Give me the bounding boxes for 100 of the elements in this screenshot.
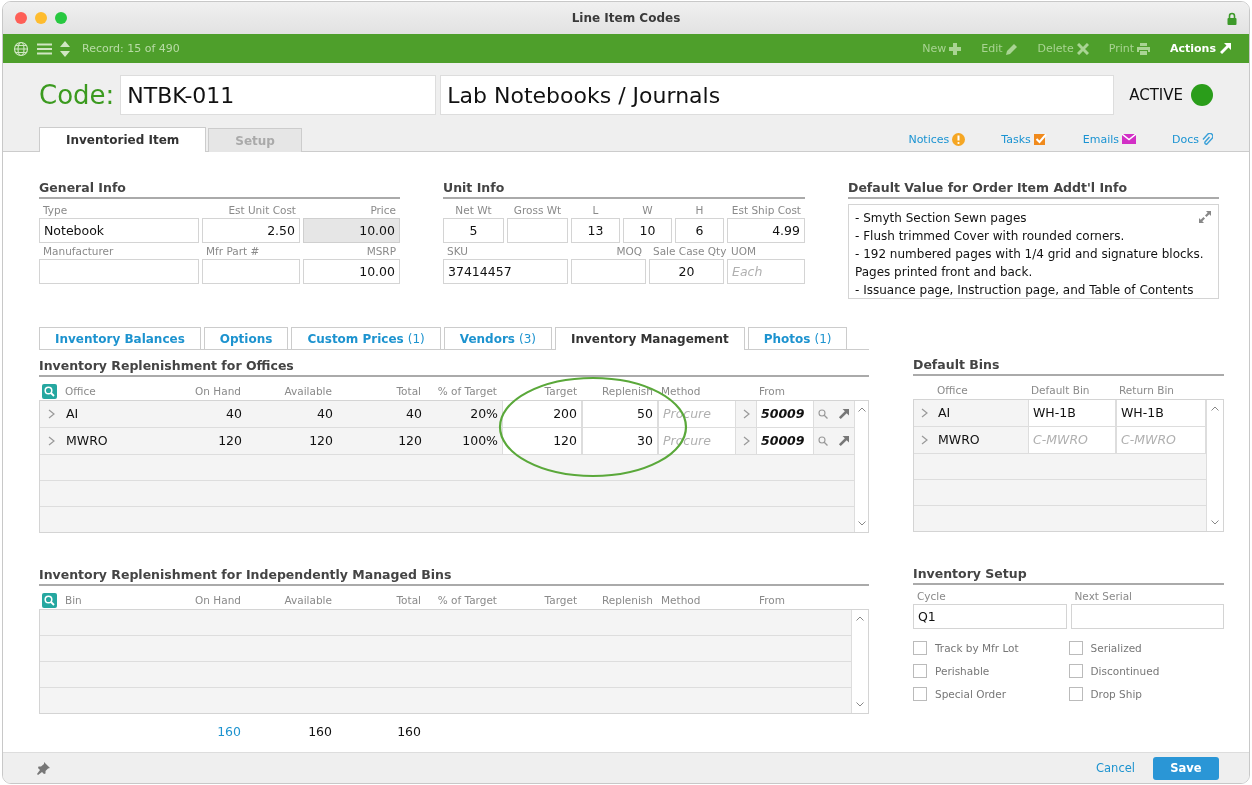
search-icon[interactable] bbox=[42, 383, 57, 399]
list-icon[interactable] bbox=[37, 42, 52, 55]
checkbox[interactable] bbox=[913, 664, 927, 678]
up-down-arrows-icon[interactable] bbox=[60, 40, 70, 57]
table-cell-text: AI bbox=[65, 405, 80, 423]
chevron-icon[interactable] bbox=[742, 409, 750, 419]
input-field[interactable]: 13 bbox=[571, 218, 620, 243]
column-header: % of Target bbox=[436, 594, 498, 606]
column-header: % of Target bbox=[436, 385, 498, 397]
table-row[interactable]: AI WH-1B WH-1B bbox=[914, 400, 1206, 427]
diagonal-arrow-icon[interactable] bbox=[837, 435, 849, 447]
input-field[interactable]: 37414457 bbox=[443, 259, 568, 284]
input-field[interactable]: 120 bbox=[502, 428, 582, 454]
chevron-icon[interactable] bbox=[920, 435, 928, 445]
field-label: UOM bbox=[730, 245, 757, 259]
chevron-icon[interactable] bbox=[920, 408, 928, 418]
tab[interactable]: Inventory Management bbox=[555, 327, 745, 350]
search-icon[interactable] bbox=[42, 592, 57, 608]
status-label: ACTIVE bbox=[1129, 86, 1183, 104]
input-field[interactable]: 6 bbox=[675, 218, 724, 243]
input-field[interactable]: 20 bbox=[649, 259, 724, 284]
pin-icon[interactable] bbox=[37, 761, 50, 775]
envelope-icon bbox=[1122, 134, 1136, 144]
code-field[interactable]: NTBK-011 bbox=[120, 75, 437, 115]
column-header: Target bbox=[543, 594, 578, 606]
close-button[interactable] bbox=[15, 12, 27, 24]
cross-icon bbox=[1076, 42, 1089, 55]
input-field[interactable]: 4.99 bbox=[727, 218, 805, 243]
input-field[interactable]: 10 bbox=[623, 218, 672, 243]
input-field[interactable] bbox=[202, 259, 300, 284]
column-header: Return Bin bbox=[1118, 384, 1175, 396]
text-area[interactable] bbox=[848, 204, 1219, 299]
input-field[interactable]: 30 bbox=[582, 428, 658, 454]
diagonal-arrow-icon[interactable] bbox=[837, 408, 849, 420]
section-title: Inventory Replenishment for Offices bbox=[39, 358, 869, 377]
up-caret-icon[interactable] bbox=[857, 407, 866, 412]
input-field[interactable]: 2.50 bbox=[202, 218, 300, 243]
down-caret-icon[interactable] bbox=[856, 702, 864, 707]
column-header: Office bbox=[936, 384, 969, 396]
table-cell-text: MWRO bbox=[65, 432, 109, 450]
column-header: Available bbox=[283, 385, 333, 397]
section-title: Inventory Setup bbox=[913, 566, 1224, 585]
input-field[interactable]: 50009 bbox=[756, 428, 814, 454]
checkbox[interactable] bbox=[1068, 664, 1083, 678]
input-field[interactable]: 200 bbox=[502, 401, 582, 427]
input-field[interactable] bbox=[571, 259, 646, 284]
checkbox[interactable] bbox=[1068, 687, 1083, 701]
expand-icon[interactable] bbox=[1199, 211, 1211, 223]
input-field[interactable]: 10.00 bbox=[303, 259, 400, 284]
chevron-icon[interactable] bbox=[47, 409, 55, 419]
tab[interactable]: Photos (1) bbox=[747, 327, 848, 349]
input-field[interactable] bbox=[1070, 604, 1224, 629]
alert-icon bbox=[952, 132, 966, 146]
input-field[interactable] bbox=[39, 259, 199, 284]
input-field[interactable]: 10.00 bbox=[303, 218, 400, 243]
input-field[interactable]: 50 bbox=[582, 401, 658, 427]
checkbox[interactable] bbox=[913, 641, 927, 655]
window-title: Line Item Codes bbox=[571, 11, 681, 25]
tab[interactable]: Vendors (3) bbox=[443, 327, 552, 349]
tab[interactable]: Inventoried Item bbox=[39, 127, 207, 152]
zoom-button[interactable] bbox=[55, 12, 67, 24]
search-icon[interactable] bbox=[818, 436, 828, 446]
minimize-button[interactable] bbox=[35, 12, 47, 24]
down-caret-icon[interactable] bbox=[857, 521, 866, 526]
input-field[interactable]: Q1 bbox=[913, 604, 1067, 629]
input-field[interactable]: WH-1B bbox=[1028, 400, 1116, 426]
name-field[interactable]: Lab Notebooks / Journals bbox=[440, 75, 1115, 115]
field-label: Mfr Part # bbox=[205, 245, 261, 259]
text-line: - Flush trimmed Cover with rounded corners. bbox=[855, 228, 1125, 245]
chevron-icon[interactable] bbox=[742, 436, 750, 446]
input-field[interactable]: 5 bbox=[443, 218, 504, 243]
total-value: 160 bbox=[307, 723, 333, 739]
input-field[interactable] bbox=[507, 218, 568, 243]
field-label: H bbox=[694, 204, 705, 218]
pencil-icon bbox=[1005, 42, 1018, 55]
checkbox-label: Track by Mfr Lot bbox=[935, 642, 1019, 654]
globe-icon[interactable] bbox=[13, 40, 29, 57]
checkbox[interactable] bbox=[913, 687, 927, 701]
input-field[interactable]: WH-1B bbox=[1116, 400, 1206, 426]
column-header: On Hand bbox=[194, 385, 242, 397]
chevron-icon[interactable] bbox=[47, 436, 55, 446]
section-title: Inventory Replenishment for Independently Managed Bins bbox=[39, 567, 869, 586]
table-cell-text: 40 bbox=[405, 405, 423, 423]
input-field[interactable]: 50009 bbox=[756, 401, 814, 427]
table-cell-text: 120 bbox=[217, 432, 243, 450]
up-caret-icon[interactable] bbox=[1211, 406, 1219, 411]
table-row[interactable]: MWRO C-MWRO C-MWRO bbox=[914, 427, 1206, 454]
up-caret-icon[interactable] bbox=[856, 616, 864, 621]
down-caret-icon[interactable] bbox=[1211, 520, 1219, 525]
table-cell-text: AI bbox=[937, 404, 952, 422]
table-cell-text: MWRO bbox=[937, 431, 981, 449]
search-icon[interactable] bbox=[818, 409, 828, 419]
field-label: Price bbox=[369, 204, 397, 218]
checkbox[interactable] bbox=[1068, 641, 1083, 655]
column-header: Total bbox=[395, 594, 422, 606]
text-line: - Issuance page, Instruction page, and Table of Contents bbox=[855, 282, 1194, 298]
scrollbar[interactable] bbox=[854, 401, 868, 532]
text-line: Pages printed front and back. bbox=[855, 264, 1033, 281]
input-field[interactable]: Notebook bbox=[39, 218, 199, 243]
checkbox-label: Perishable bbox=[935, 665, 990, 677]
